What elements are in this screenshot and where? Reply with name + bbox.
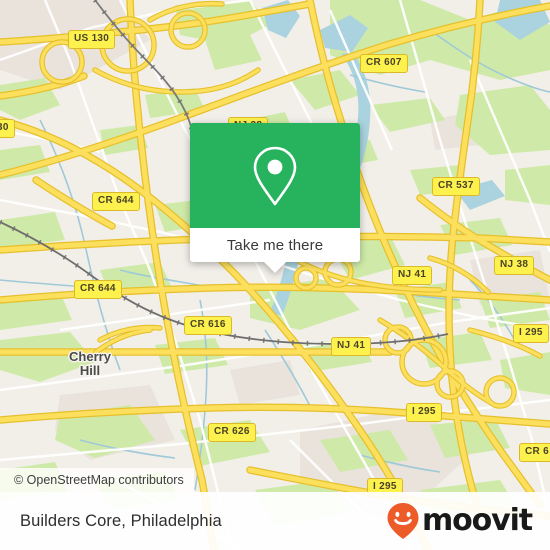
destination-popup[interactable]: Take me there <box>190 123 360 273</box>
road-shield-cr537: CR 537 <box>432 177 480 196</box>
map-screen: US 130 CR 607 30 NJ 38 CR 537 CR 644 NJ … <box>0 0 550 550</box>
moovit-wordmark: moovit <box>421 503 533 538</box>
place-label-cherry-hill: Cherry Hill <box>69 349 111 378</box>
map-pin-icon <box>253 146 297 205</box>
bottom-bar: Builders Core, Philadelphia moovit <box>0 492 550 550</box>
road-shield-nj41-south: NJ 41 <box>331 337 372 356</box>
moovit-smiley-pin-icon <box>387 503 419 539</box>
moovit-brand[interactable]: moovit <box>386 502 533 540</box>
road-shield-us130: US 130 <box>68 30 116 49</box>
road-shield-cr616-west: CR 616 <box>184 316 232 335</box>
road-shield-cr607: CR 607 <box>360 54 408 73</box>
place-title: Builders Core, Philadelphia <box>20 511 222 530</box>
popup-tail-icon <box>263 261 287 273</box>
popup-cta-label: Take me there <box>226 236 324 254</box>
attribution-text: © OpenStreetMap contributors <box>14 473 184 487</box>
road-shield-nj38-east: NJ 38 <box>494 256 535 275</box>
popup-cta[interactable]: Take me there <box>190 228 360 273</box>
road-shield-cr626: CR 626 <box>208 423 256 442</box>
road-shield-cr644-south: CR 644 <box>74 280 122 299</box>
road-shield-cr6-clipped: CR 6 <box>519 443 550 462</box>
map-attribution[interactable]: © OpenStreetMap contributors <box>0 468 194 492</box>
road-shield-i295-center: I 295 <box>406 403 442 422</box>
road-shield-nj41-north: NJ 41 <box>392 266 433 285</box>
road-shield-us130-clipped: 30 <box>0 119 15 138</box>
road-shield-i295-east: I 295 <box>513 324 549 343</box>
road-shield-cr644-north: CR 644 <box>92 192 140 211</box>
popup-pin-area <box>190 123 360 228</box>
